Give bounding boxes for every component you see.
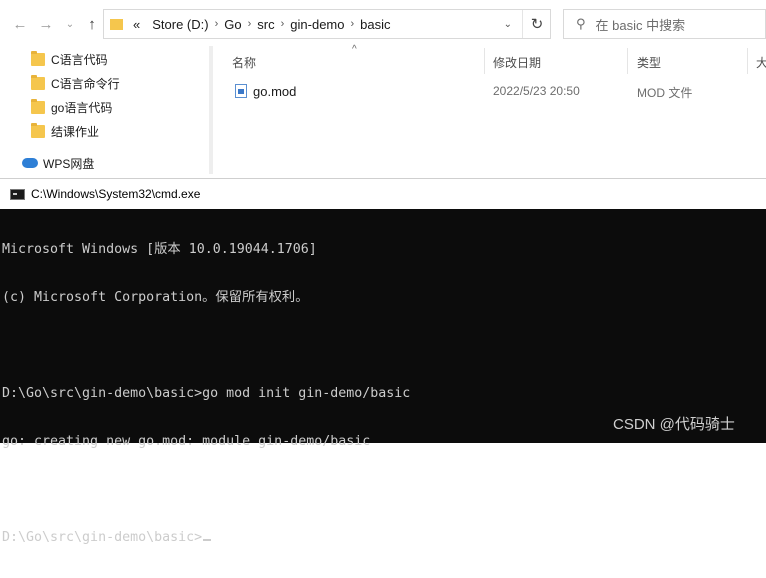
- folder-icon: [110, 18, 123, 30]
- search-input[interactable]: ⚲ 在 basic 中搜索: [563, 9, 766, 39]
- sort-ascending-icon: ^: [352, 44, 357, 55]
- file-name: go.mod: [253, 84, 297, 99]
- forward-arrow-icon[interactable]: →: [36, 14, 56, 34]
- breadcrumb-overflow[interactable]: «: [133, 17, 140, 32]
- chevron-right-icon[interactable]: ›: [281, 18, 285, 30]
- cloud-icon: [22, 158, 38, 168]
- back-arrow-icon[interactable]: ←: [10, 14, 30, 34]
- sidebar-item-label: WPS网盘: [43, 156, 95, 171]
- breadcrumb-gin-demo[interactable]: gin-demo: [290, 17, 344, 32]
- console-line: Microsoft Windows [版本 10.0.19044.1706]: [2, 242, 317, 257]
- text-cursor: [203, 539, 212, 541]
- column-header-size[interactable]: 大: [756, 54, 766, 71]
- refresh-button[interactable]: ↻: [522, 10, 551, 38]
- breadcrumb-store-d[interactable]: Store (D:): [152, 17, 208, 32]
- sidebar-item-label: C语言命令行: [51, 76, 120, 91]
- console-prompt-line[interactable]: D:\Go\src\gin-demo\basic>: [2, 530, 764, 546]
- sidebar-item-label: 结课作业: [51, 124, 100, 139]
- folder-icon: [31, 74, 45, 90]
- breadcrumb-go[interactable]: Go: [224, 17, 241, 32]
- console-line: (c) Microsoft Corporation。保留所有权利。: [2, 290, 309, 305]
- mod-file-icon: [235, 84, 247, 98]
- column-header-name[interactable]: 名称: [232, 54, 256, 71]
- sidebar-item-label: go语言代码: [51, 100, 113, 115]
- folder-icon: [31, 50, 45, 66]
- breadcrumb-src[interactable]: src: [257, 17, 274, 32]
- console-line: go: creating new go.mod: module gin-demo…: [2, 434, 371, 449]
- sidebar-item-course-work[interactable]: 结课作业: [31, 120, 99, 142]
- search-placeholder: 在 basic 中搜索: [595, 17, 686, 33]
- cmd-icon: [10, 188, 25, 200]
- cmd-title: C:\Windows\System32\cmd.exe: [31, 187, 201, 201]
- breadcrumb-basic[interactable]: basic: [360, 17, 390, 32]
- address-bar[interactable]: « Store (D:) › Go › src › gin-demo › bas…: [103, 9, 551, 39]
- file-type: MOD 文件: [637, 86, 693, 100]
- sidebar-item-go-code[interactable]: go语言代码: [31, 96, 112, 118]
- file-explorer-window: ← → ⌄ ↑ « Store (D:) › Go › src › gin-de…: [0, 0, 766, 178]
- sidebar-item-label: C语言代码: [51, 52, 108, 67]
- file-list: ^ 名称 修改日期 类型 大 go.mod 2022/5/23 20:50 MO…: [213, 44, 766, 178]
- console-line: D:\Go\src\gin-demo\basic>go mod init gin…: [2, 386, 411, 401]
- folder-icon: [31, 98, 45, 114]
- address-dropdown-chevron-icon[interactable]: ⌄: [504, 19, 512, 30]
- sidebar-item-c-cmdline[interactable]: C语言命令行: [31, 72, 120, 94]
- recent-locations-chevron-icon[interactable]: ⌄: [60, 14, 80, 34]
- column-divider[interactable]: [747, 48, 748, 74]
- sidebar-item-wps-cloud[interactable]: WPS网盘: [22, 153, 94, 173]
- file-modified: 2022/5/23 20:50: [493, 84, 580, 98]
- column-divider[interactable]: [627, 48, 628, 74]
- console-prompt: D:\Go\src\gin-demo\basic>: [2, 530, 203, 545]
- file-row[interactable]: go.mod 2022/5/23 20:50 MOD 文件: [213, 80, 766, 102]
- chevron-right-icon[interactable]: ›: [215, 18, 219, 30]
- sidebar-item-c-code[interactable]: C语言代码: [31, 48, 108, 70]
- refresh-icon: ↻: [530, 16, 544, 33]
- folder-icon: [31, 122, 45, 138]
- search-icon: ⚲: [576, 16, 586, 31]
- up-arrow-icon[interactable]: ↑: [82, 14, 102, 34]
- cmd-window: C:\Windows\System32\cmd.exe Microsoft Wi…: [0, 178, 766, 545]
- cmd-title-bar[interactable]: C:\Windows\System32\cmd.exe: [0, 178, 766, 209]
- column-divider[interactable]: [484, 48, 485, 74]
- column-header-modified[interactable]: 修改日期: [493, 54, 541, 71]
- chevron-right-icon[interactable]: ›: [248, 18, 252, 30]
- console-output[interactable]: Microsoft Windows [版本 10.0.19044.1706] (…: [2, 210, 764, 578]
- watermark: CSDN @代码骑士: [613, 416, 735, 433]
- column-header-type[interactable]: 类型: [637, 54, 661, 71]
- chevron-right-icon[interactable]: ›: [350, 18, 354, 30]
